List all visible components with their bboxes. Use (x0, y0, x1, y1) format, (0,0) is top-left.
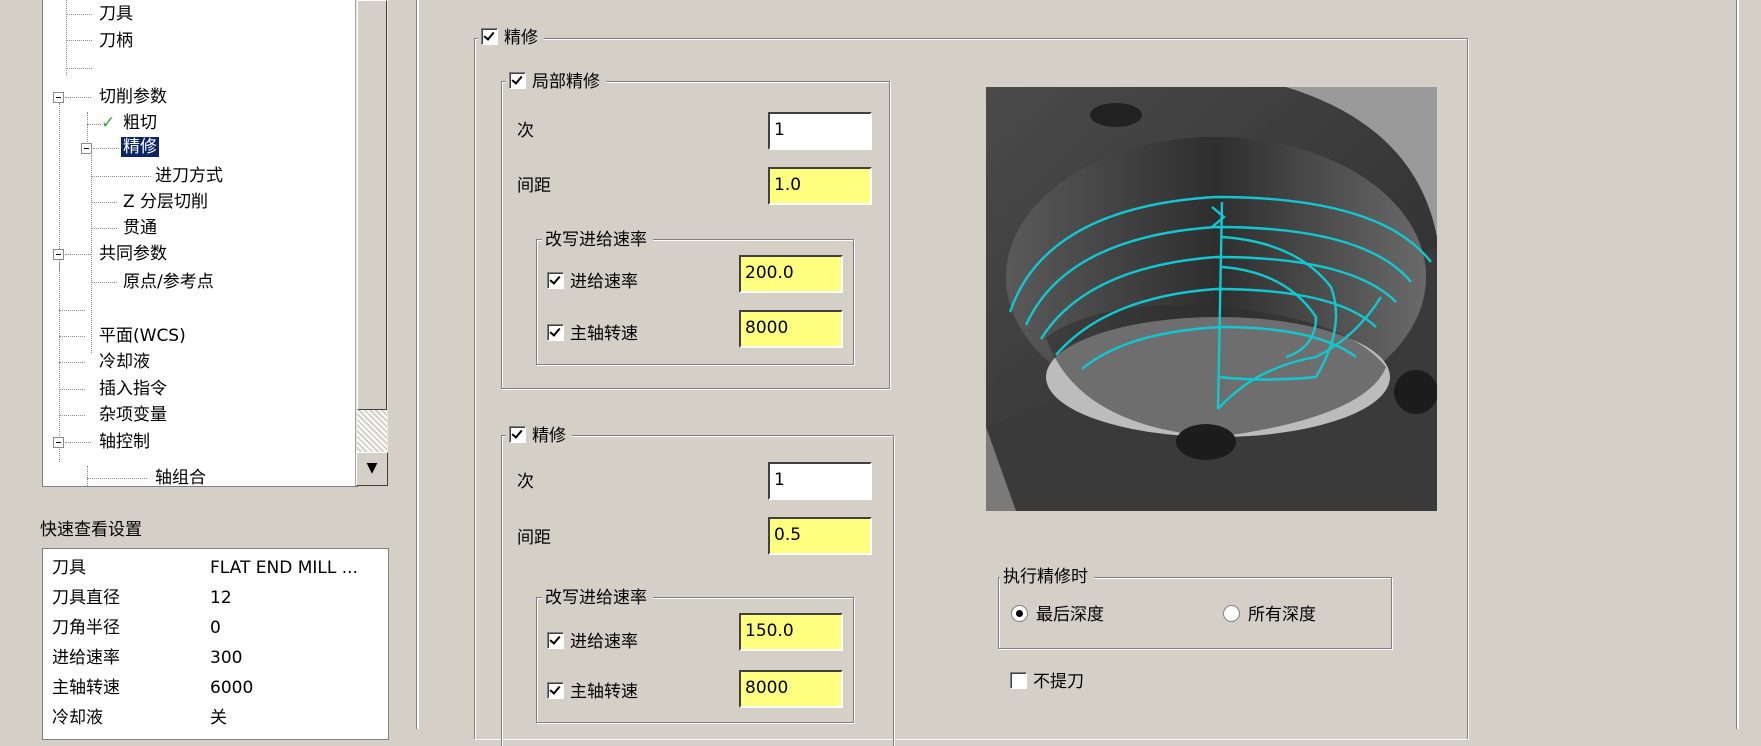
tree-item-lead-in-label: 进刀方式 (155, 166, 223, 186)
tree-item-canned-text-label: 插入指令 (99, 379, 167, 399)
partial-finish-checkbox[interactable]: 局部精修 (506, 71, 606, 93)
tree-item-rough-label: 粗切 (123, 113, 157, 133)
checkbox-checked-icon (509, 426, 526, 443)
partial-step-label: 间距 (517, 176, 551, 196)
partial-feed-checkbox[interactable]: 进给速率 (547, 271, 638, 293)
quick-view-table: 刀具 FLAT END MILL ... 刀具直径 12 刀角半径 0 进给速率… (42, 548, 389, 740)
partial-spindle-checkbox[interactable]: 主轴转速 (547, 323, 638, 345)
scroll-down-button[interactable]: ▼ (356, 452, 388, 486)
checkbox-checked-icon (509, 72, 526, 89)
tree-item-break-through-label: 贯通 (123, 218, 157, 238)
final-passes-label: 次 (517, 472, 534, 492)
radio-unselected-icon (1223, 605, 1240, 622)
radio-all-depths-label: 所有深度 (1248, 605, 1316, 625)
tree-item-finish-label: 精修 (121, 137, 159, 157)
radio-last-depth-label: 最后深度 (1036, 605, 1104, 625)
row-key: 刀具 (52, 558, 86, 578)
tree-item-depth-cuts-label: Z 分层切削 (123, 192, 209, 212)
final-step-label: 间距 (517, 528, 551, 548)
row-key: 刀具直径 (52, 588, 120, 608)
partial-feed-label: 进给速率 (570, 272, 638, 292)
finish-checkbox-label: 精修 (504, 28, 538, 48)
partial-step-input[interactable]: 1.0 (768, 167, 872, 205)
radio-last-depth[interactable]: 最后深度 (1011, 604, 1104, 626)
toolpath-preview-image (986, 87, 1437, 511)
collapse-icon[interactable] (53, 437, 64, 448)
tree-item-linking-label: 共同参数 (99, 244, 167, 264)
row-value: 300 (210, 648, 243, 668)
tree-scrollbar[interactable]: ▼ (355, 0, 388, 486)
scroll-thumb[interactable] (357, 0, 387, 410)
partial-override-label: 改写进给速率 (542, 229, 653, 251)
tree-item-planes-label: 平面(WCS) (99, 326, 186, 346)
finish-checkbox[interactable]: 精修 (478, 27, 544, 49)
final-feed-input[interactable]: 150.0 (739, 613, 843, 651)
tree-item-coolant-label: 冷却液 (99, 352, 150, 372)
radio-selected-icon (1011, 605, 1028, 622)
no-retract-checkbox[interactable]: 不提刀 (1010, 671, 1084, 693)
partial-finish-label: 局部精修 (532, 72, 600, 92)
partial-spindle-label: 主轴转速 (570, 324, 638, 344)
tree-item-holder-label: 刀柄 (99, 31, 133, 51)
tree-item-misc-values-label: 杂项变量 (99, 405, 167, 425)
partial-passes-input[interactable]: 1 (768, 112, 872, 150)
operation-tree: 刀具 刀柄 切削参数 ✓ 粗切 精修 进刀方式 Z 分层切削 贯通 共同参数 原… (42, 0, 358, 487)
final-finish-label: 精修 (532, 426, 566, 446)
pocket-toolpath-illustration (986, 87, 1437, 511)
checkbox-checked-icon (481, 28, 498, 45)
collapse-icon[interactable] (81, 143, 92, 154)
row-value: 12 (210, 588, 232, 608)
table-row: 刀具直径 12 (52, 583, 382, 613)
checkbox-unchecked-icon (1010, 672, 1027, 689)
tree-item-cut-params-label: 切削参数 (99, 87, 167, 107)
row-value: 6000 (210, 678, 254, 698)
row-key: 刀角半径 (52, 618, 120, 638)
no-retract-label: 不提刀 (1033, 672, 1084, 692)
final-spindle-label: 主轴转速 (570, 682, 638, 702)
partial-spindle-input[interactable]: 8000 (739, 310, 843, 348)
arrow-down-icon: ▼ (366, 460, 378, 476)
finish-when-label: 执行精修时 (1000, 566, 1094, 588)
quick-view-title: 快速查看设置 (40, 520, 142, 540)
scroll-track[interactable] (357, 410, 387, 452)
row-key: 进给速率 (52, 648, 120, 668)
row-value: 0 (210, 618, 221, 638)
final-step-input[interactable]: 0.5 (768, 517, 872, 555)
collapse-icon[interactable] (53, 249, 64, 260)
final-passes-input[interactable]: 1 (768, 462, 872, 500)
final-finish-checkbox[interactable]: 精修 (506, 425, 572, 447)
checkbox-checked-icon (547, 632, 564, 649)
checkbox-checked-icon (547, 324, 564, 341)
right-divider (1736, 0, 1739, 729)
radio-all-depths[interactable]: 所有深度 (1223, 604, 1316, 626)
tree-item-axis-combination-label: 轴组合 (155, 468, 206, 487)
partial-passes-label: 次 (517, 121, 534, 141)
panel-divider (416, 0, 419, 729)
tree-item-home-label: 原点/参考点 (123, 272, 214, 292)
final-spindle-input[interactable]: 8000 (739, 670, 843, 708)
collapse-icon[interactable] (53, 92, 64, 103)
checkmark-icon: ✓ (101, 113, 116, 133)
checkbox-checked-icon (547, 682, 564, 699)
final-override-label: 改写进给速率 (542, 587, 653, 609)
final-feed-checkbox[interactable]: 进给速率 (547, 631, 638, 653)
table-row: 刀角半径 0 (52, 613, 382, 643)
table-row: 主轴转速 6000 (52, 673, 382, 703)
table-row: 进给速率 300 (52, 643, 382, 673)
tree-item-tool-label: 刀具 (99, 4, 133, 24)
tree-item-axis-control-label: 轴控制 (99, 432, 150, 452)
final-spindle-checkbox[interactable]: 主轴转速 (547, 681, 638, 703)
partial-feed-input[interactable]: 200.0 (739, 255, 843, 293)
table-row: 刀具 FLAT END MILL ... (52, 553, 382, 583)
final-feed-label: 进给速率 (570, 632, 638, 652)
row-value: FLAT END MILL ... (210, 558, 358, 578)
checkbox-checked-icon (547, 272, 564, 289)
row-key: 主轴转速 (52, 678, 120, 698)
